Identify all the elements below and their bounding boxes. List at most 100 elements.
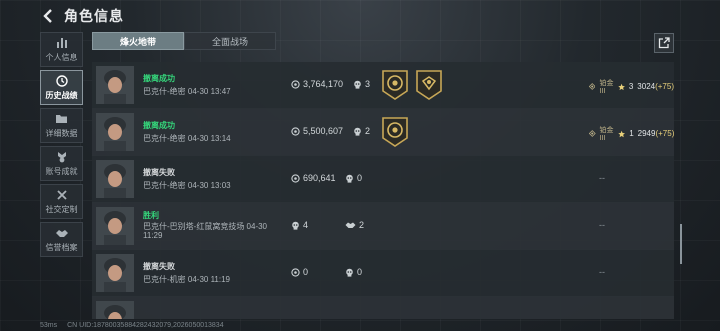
folder-icon (55, 113, 69, 125)
sidebar-item-label: 详细数据 (45, 128, 78, 138)
kills-value: 2 (365, 126, 371, 136)
kills-stat: 2 (353, 126, 370, 136)
match-row[interactable]: 撤离成功 巴克什-绝密 04-30 13:47 3,764,170 3 铂金II… (92, 62, 674, 109)
money-value: 5,500,607 (303, 126, 344, 136)
match-row[interactable]: 胜利 巴克什-巴别塔-红鼠窝竞技场 04-30 11:29 4 2 -- (92, 203, 674, 250)
match-row[interactable] (92, 297, 674, 319)
kills-value: 4 (303, 220, 309, 230)
skull-icon (354, 127, 361, 136)
rank-info: 铂金III 1 2949 (+75) (589, 125, 674, 142)
rank-points-delta: (+75) (655, 82, 674, 91)
sidebar-item-label: 账号成就 (45, 166, 78, 176)
match-meta: 巴克什-机密 04-30 11:19 (143, 275, 230, 284)
handshake-icon (55, 227, 69, 239)
coin-icon (291, 126, 300, 136)
list-scrollbar[interactable] (680, 224, 682, 264)
tab-full-battlefield[interactable]: 全面战场 (184, 32, 276, 50)
sidebar-item-match-history[interactable]: 历史战绩 (40, 70, 83, 105)
match-row[interactable]: 撤离失败 巴克什-机密 04-30 11:19 0 0 -- (92, 250, 674, 297)
sidebar-item-label: 历史战绩 (45, 90, 78, 100)
match-meta: 巴克什-绝密 04-30 13:14 (143, 134, 231, 143)
assists-value: 2 (359, 220, 365, 230)
coin-icon (291, 79, 300, 89)
mode-tabs: 烽火地带 全面战场 (92, 32, 276, 50)
match-result: 撤离失败 (143, 168, 175, 177)
money-stat: 0 (291, 267, 308, 277)
ping-value: 53ms (40, 322, 58, 329)
kills-value: 3 (365, 79, 371, 89)
star-icon (618, 130, 625, 137)
money-value: 3,764,170 (303, 79, 344, 89)
skull-icon (354, 80, 361, 89)
gold-medal-badge-icon (382, 70, 408, 100)
sidebar: 个人信息 历史战绩 详细数据 账号成就 社交定制 信誉档案 (40, 32, 83, 257)
rank-empty: -- (599, 267, 605, 277)
match-result: 撤离成功 (143, 74, 175, 83)
kills-stat: 3 (353, 79, 370, 89)
money-stat: 3,764,170 (291, 79, 343, 89)
star-count: 3 (628, 82, 634, 91)
handshake-icon (345, 222, 356, 228)
sidebar-item-social-custom[interactable]: 社交定制 (40, 184, 83, 219)
rank-empty: -- (599, 173, 605, 183)
money-value: 0 (303, 267, 309, 277)
sidebar-item-label: 信誉档案 (45, 242, 78, 252)
tab-warzone-extraction[interactable]: 烽火地带 (92, 32, 184, 50)
kills-value: 0 (357, 173, 363, 183)
rank-label: 铂金III (599, 127, 614, 142)
match-meta: 巴克什-绝密 04-30 13:47 (143, 87, 231, 96)
tools-icon (55, 189, 69, 201)
match-result: 胜利 (143, 211, 159, 220)
kills-stat: 4 (291, 220, 308, 230)
match-meta: 巴克什-巴别塔-红鼠窝竞技场 04-30 11:29 (143, 222, 268, 240)
operator-avatar (96, 66, 134, 104)
rank-label: 铂金III (599, 80, 614, 95)
rank-points: 3024 (637, 82, 656, 91)
sidebar-item-personal-info[interactable]: 个人信息 (40, 32, 83, 67)
share-button[interactable] (654, 33, 674, 53)
platinum-rank-icon (589, 83, 596, 90)
sidebar-item-detailed-data[interactable]: 详细数据 (40, 108, 83, 143)
rank-info: 铂金III 3 3024 (+75) (589, 78, 674, 95)
sidebar-item-label: 社交定制 (45, 204, 78, 214)
money-stat: 5,500,607 (291, 126, 343, 136)
page-title: 角色信息 (64, 8, 124, 24)
sidebar-item-label: 个人信息 (45, 52, 78, 62)
match-result: 撤离失败 (143, 262, 175, 271)
match-meta: 巴克什-绝密 04-30 13:03 (143, 181, 231, 190)
skull-icon (292, 221, 299, 230)
rank-points: 2949 (637, 129, 656, 138)
match-result: 撤离成功 (143, 121, 175, 130)
medal-icon (55, 151, 69, 163)
kills-stat: 0 (345, 267, 362, 277)
skull-icon (346, 174, 353, 183)
operator-avatar (96, 113, 134, 151)
bar-chart-icon (55, 37, 69, 49)
star-icon (617, 83, 625, 90)
assists-stat: 2 (345, 220, 364, 230)
coin-icon (291, 267, 300, 277)
back-button[interactable] (40, 7, 56, 25)
operator-avatar (96, 254, 134, 292)
sidebar-item-credit-profile[interactable]: 信誉档案 (40, 222, 83, 257)
gold-medal-badge-icon (382, 117, 408, 147)
operator-avatar (96, 301, 134, 319)
star-count: 1 (629, 129, 634, 138)
history-icon (55, 74, 69, 87)
platinum-rank-icon (589, 130, 596, 137)
match-row[interactable]: 撤离失败 巴克什-绝密 04-30 13:03 690,641 0 -- (92, 156, 674, 203)
sidebar-item-achievements[interactable]: 账号成就 (40, 146, 83, 181)
rank-empty: -- (599, 220, 605, 230)
share-icon (658, 37, 670, 49)
back-arrow-icon (43, 9, 52, 23)
match-history-list: 撤离成功 巴克什-绝密 04-30 13:47 3,764,170 3 铂金II… (92, 62, 674, 319)
skull-icon (346, 268, 353, 277)
uid-text: CN UID:18780035884282432079,202605001383… (67, 322, 224, 329)
kills-value: 0 (357, 267, 363, 277)
header: 角色信息 (40, 6, 124, 26)
match-row[interactable]: 撤离成功 巴克什-绝密 04-30 13:14 5,500,607 2 铂金II… (92, 109, 674, 156)
coin-icon (291, 173, 300, 183)
operator-avatar (96, 207, 134, 245)
kills-stat: 0 (345, 173, 362, 183)
status-footer: 53ms CN UID:18780035884282432079,2026050… (40, 322, 224, 329)
